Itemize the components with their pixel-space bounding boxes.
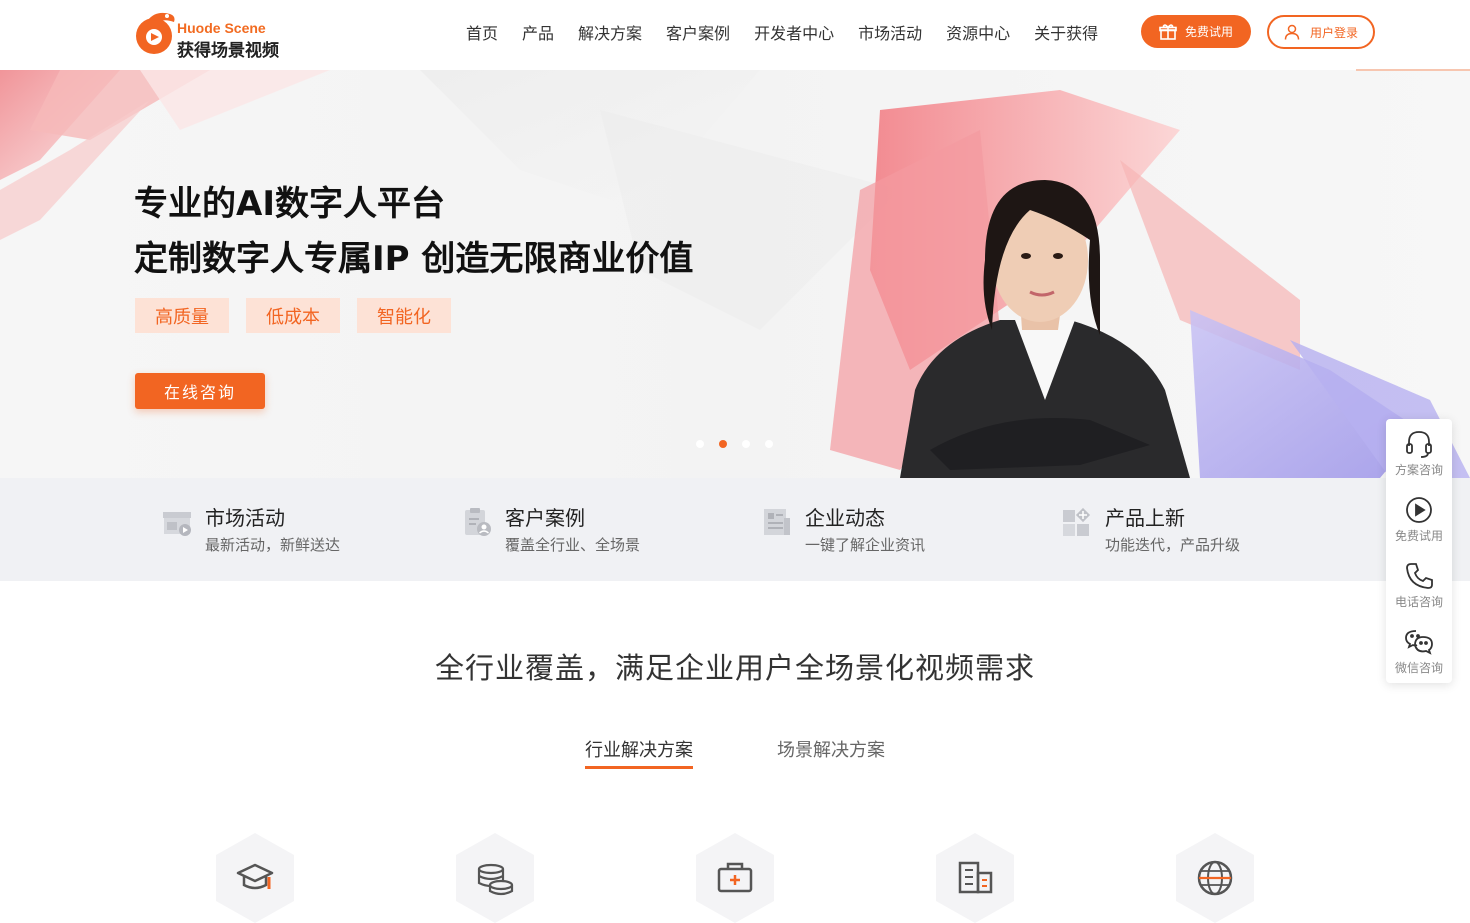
main-nav: 首页 产品 解决方案 客户案例 开发者中心 市场活动 资源中心 关于获得 (466, 22, 1122, 46)
side-solution-consult[interactable]: 方案咨询 (1386, 419, 1452, 485)
free-trial-button[interactable]: 免费试用 (1141, 15, 1251, 48)
brand-name-cn: 获得场景视频 (177, 41, 279, 61)
quick-link-title: 市场活动 (205, 506, 285, 530)
side-label: 方案咨询 (1394, 463, 1443, 477)
chameleon-logo-icon (136, 12, 175, 54)
hero-title-line2: 定制数字人专属IP 创造无限商业价值 (134, 239, 694, 279)
nav-events[interactable]: 市场活动 (858, 22, 922, 46)
nav-about[interactable]: 关于获得 (1034, 22, 1098, 46)
tab-scene-solutions[interactable]: 场景解决方案 (777, 736, 885, 762)
nav-cases[interactable]: 客户案例 (666, 22, 730, 46)
nav-developer[interactable]: 开发者中心 (754, 22, 834, 46)
carousel-dot-2[interactable] (719, 440, 727, 448)
top-header: Huode Scene 获得场景视频 首页 产品 解决方案 客户案例 开发者中心… (0, 0, 1470, 71)
side-wechat-consult[interactable]: 微信咨询 (1386, 617, 1452, 683)
user-login-button[interactable]: 用户登录 (1267, 15, 1375, 49)
brand-name-en: Huode Scene (177, 20, 266, 36)
side-label: 电话咨询 (1394, 595, 1443, 609)
hero-title-line1: 专业的AI数字人平台 (134, 184, 445, 224)
section-title: 全行业覆盖，满足企业用户全场景化视频需求 (434, 651, 1035, 685)
quick-links-bar: 市场活动 最新活动，新鲜送达 客户案例 覆盖全行业、全场景 企业动态 一键了解企… (0, 478, 1470, 581)
nav-resources[interactable]: 资源中心 (946, 22, 1010, 46)
quick-link-subtitle: 最新活动，新鲜送达 (205, 536, 341, 554)
quick-link-subtitle: 一键了解企业资讯 (805, 536, 926, 554)
side-label: 微信咨询 (1394, 661, 1443, 675)
user-login-label: 用户登录 (1309, 25, 1358, 40)
nav-solutions[interactable]: 解决方案 (578, 22, 642, 46)
tab-industry-solutions[interactable]: 行业解决方案 (585, 736, 693, 762)
apps-plus-icon (1063, 507, 1091, 536)
quick-link-title: 企业动态 (805, 506, 885, 530)
storefront-icon (163, 512, 191, 536)
globe-icon[interactable] (1176, 833, 1254, 923)
carousel-dots (696, 440, 788, 448)
active-tab-underline (585, 766, 693, 769)
tag-intelligent: 智能化 (357, 298, 451, 333)
tag-high-quality: 高质量 (135, 298, 229, 333)
free-trial-label: 免费试用 (1184, 25, 1233, 39)
wechat-icon (1405, 630, 1433, 655)
quick-link-title: 产品上新 (1105, 506, 1185, 530)
graduation-cap-icon[interactable] (216, 833, 294, 923)
carousel-dot-4[interactable] (765, 440, 773, 448)
side-phone-consult[interactable]: 电话咨询 (1386, 551, 1452, 617)
brand-logo[interactable]: Huode Scene 获得场景视频 (134, 8, 294, 61)
hero-banner: 专业的AI数字人平台 定制数字人专属IP 创造无限商业价值 高质量 低成本 智能… (0, 70, 1470, 478)
medical-kit-icon[interactable] (696, 833, 774, 923)
header-accent-line (1356, 69, 1470, 71)
phone-icon (1406, 563, 1433, 589)
online-consult-button[interactable]: 在线咨询 (135, 373, 265, 409)
side-free-trial[interactable]: 免费试用 (1386, 485, 1452, 551)
quick-link-subtitle: 功能迭代，产品升级 (1105, 536, 1241, 554)
user-icon (1284, 24, 1300, 40)
carousel-dot-3[interactable] (742, 440, 750, 448)
gift-icon (1159, 23, 1177, 40)
quick-link-title: 客户案例 (505, 506, 585, 530)
building-icon[interactable] (936, 833, 1014, 923)
nav-products[interactable]: 产品 (522, 22, 554, 46)
coins-icon[interactable] (456, 833, 534, 923)
news-icon (764, 509, 790, 535)
nav-home[interactable]: 首页 (466, 22, 498, 46)
carousel-dot-1[interactable] (696, 440, 704, 448)
play-circle-icon (1406, 497, 1432, 523)
headset-icon (1406, 431, 1432, 458)
floating-contact-widget: 方案咨询 免费试用 电话咨询 微信咨询 (1386, 419, 1452, 683)
clipboard-user-icon (465, 508, 491, 536)
hero-tags: 高质量 低成本 智能化 (135, 298, 468, 333)
tag-low-cost: 低成本 (246, 298, 340, 333)
side-label: 免费试用 (1394, 529, 1443, 543)
quick-link-subtitle: 覆盖全行业、全场景 (505, 536, 641, 554)
